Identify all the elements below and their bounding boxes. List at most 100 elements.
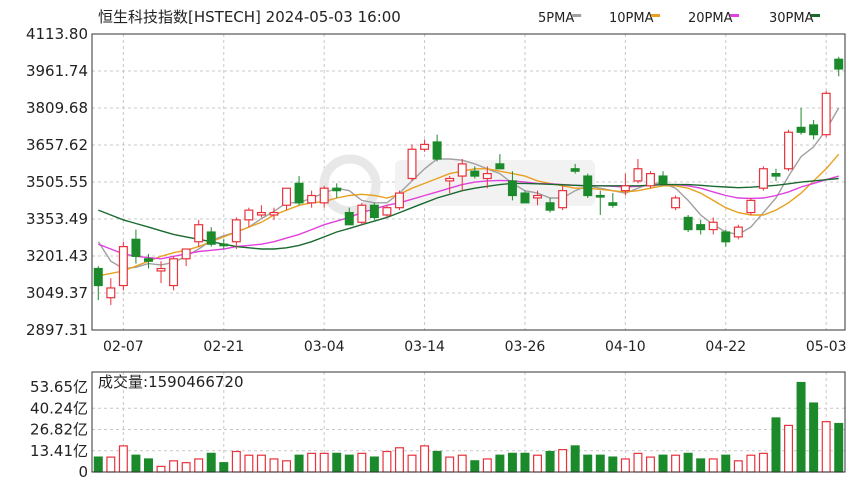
volume-bar bbox=[683, 452, 693, 473]
candle-body bbox=[809, 124, 819, 136]
candle-body bbox=[495, 163, 505, 170]
volume-bar bbox=[219, 462, 229, 473]
volume-bar bbox=[821, 421, 831, 473]
chart-svg: 4113.80 3961.74 3809.68 3657.62 3505.55 3353.… bbox=[26, 8, 847, 481]
candle-body bbox=[708, 221, 718, 231]
price-tick-label: 3505.55 bbox=[26, 173, 88, 191]
volume-bar bbox=[721, 454, 731, 473]
price-tick-label: 2897.31 bbox=[26, 321, 88, 339]
candle-body bbox=[633, 168, 643, 182]
candle-body bbox=[206, 231, 216, 245]
date-tick-label: 03-04 bbox=[304, 339, 345, 355]
volume-tick-label: 53.65亿 bbox=[30, 378, 88, 396]
date-tick-label: 03-14 bbox=[404, 339, 445, 355]
volume-bar bbox=[432, 450, 442, 473]
volume-bar bbox=[520, 452, 530, 473]
volume-value: 1590466720 bbox=[148, 373, 243, 391]
price-tick-label: 4113.80 bbox=[26, 25, 88, 43]
date-tick-label: 05-03 bbox=[806, 339, 847, 355]
volume-bar bbox=[344, 454, 354, 473]
date-tick-label: 04-22 bbox=[705, 339, 746, 355]
volume-bar bbox=[784, 424, 794, 473]
price-tick-label: 3201.43 bbox=[26, 247, 88, 265]
legend-swatch bbox=[811, 14, 820, 17]
volume-bar bbox=[231, 450, 241, 473]
candle-body bbox=[143, 258, 153, 262]
volume-bar bbox=[482, 458, 492, 473]
candle-body bbox=[181, 248, 191, 260]
volume-bar bbox=[181, 462, 191, 473]
candle-body bbox=[244, 209, 254, 221]
candle-body bbox=[608, 202, 618, 206]
candle-body bbox=[507, 180, 517, 197]
volume-bar bbox=[118, 445, 128, 473]
volume-tick-label: 26.82亿 bbox=[30, 421, 88, 439]
candle-body bbox=[520, 192, 530, 204]
price-tick-label: 3353.49 bbox=[26, 210, 88, 228]
volume-bar bbox=[658, 454, 668, 473]
volume-bar bbox=[244, 454, 254, 473]
candle-body bbox=[558, 190, 568, 209]
candle-body bbox=[106, 287, 116, 299]
candle-body bbox=[282, 187, 292, 206]
volume-tick-label: 0 bbox=[78, 463, 88, 481]
volume-bar bbox=[194, 458, 204, 473]
candle-body bbox=[420, 143, 430, 150]
volume-bar bbox=[357, 452, 367, 473]
volume-bar bbox=[407, 454, 417, 473]
candle-body bbox=[645, 173, 655, 187]
volume-label-prefix: 成交量: bbox=[98, 373, 148, 391]
volume-bar bbox=[771, 417, 781, 473]
volume-bar bbox=[131, 454, 141, 473]
date-tick-label: 02-21 bbox=[203, 339, 244, 355]
volume-bar bbox=[394, 447, 404, 473]
legend-swatch bbox=[651, 14, 660, 17]
candle-body bbox=[834, 58, 844, 70]
volume-bar bbox=[206, 452, 216, 473]
volume-bar bbox=[156, 465, 166, 473]
volume-bar bbox=[457, 454, 467, 473]
legend-label: 10PMA bbox=[609, 11, 654, 26]
volume-bar bbox=[420, 445, 430, 473]
candle-body bbox=[696, 224, 706, 231]
candle-body bbox=[319, 187, 329, 204]
volume-bar bbox=[671, 454, 681, 473]
candle-body bbox=[683, 216, 693, 231]
candle-body bbox=[533, 194, 543, 199]
volume-bar bbox=[809, 402, 819, 473]
volume-bar bbox=[645, 456, 655, 473]
candle-body bbox=[407, 148, 417, 180]
volume-bar bbox=[533, 454, 543, 473]
volume-bar bbox=[445, 456, 455, 473]
date-tick-label: 04-10 bbox=[605, 339, 646, 355]
header: 恒生科技指数[HSTECH] 2024-05-03 16:00 5PMA 10PM… bbox=[98, 8, 820, 26]
candle-body bbox=[771, 173, 781, 177]
volume-bar bbox=[106, 456, 116, 473]
volume-bar bbox=[733, 460, 743, 473]
legend-label: 5PMA bbox=[538, 11, 574, 26]
volume-bar bbox=[583, 454, 593, 473]
volume-label: 成交量:1590466720 bbox=[98, 373, 244, 391]
candle-body bbox=[821, 92, 831, 136]
candle-body bbox=[671, 197, 681, 209]
price-tick-label: 3049.37 bbox=[26, 284, 88, 302]
candle-body bbox=[382, 207, 392, 216]
candle-body bbox=[470, 170, 480, 177]
volume-tick-label: 40.24亿 bbox=[30, 399, 88, 417]
volume-bar bbox=[256, 454, 266, 473]
candle-body bbox=[457, 163, 467, 177]
watermark-logo-icon bbox=[319, 154, 381, 216]
price-tick-label: 3657.62 bbox=[26, 136, 88, 154]
candle-body bbox=[432, 141, 442, 160]
candle-body bbox=[746, 199, 756, 214]
candle-body bbox=[307, 194, 317, 204]
candle-body bbox=[784, 131, 794, 170]
volume-bar bbox=[319, 452, 329, 473]
candle-body bbox=[721, 231, 731, 243]
candle-body bbox=[369, 204, 379, 219]
volume-bar bbox=[495, 454, 505, 473]
candle-body bbox=[620, 185, 630, 192]
legend: 5PMA 10PMA 20PMA 30PMA bbox=[538, 11, 820, 26]
volume-bar bbox=[696, 458, 706, 473]
grid bbox=[92, 34, 845, 472]
